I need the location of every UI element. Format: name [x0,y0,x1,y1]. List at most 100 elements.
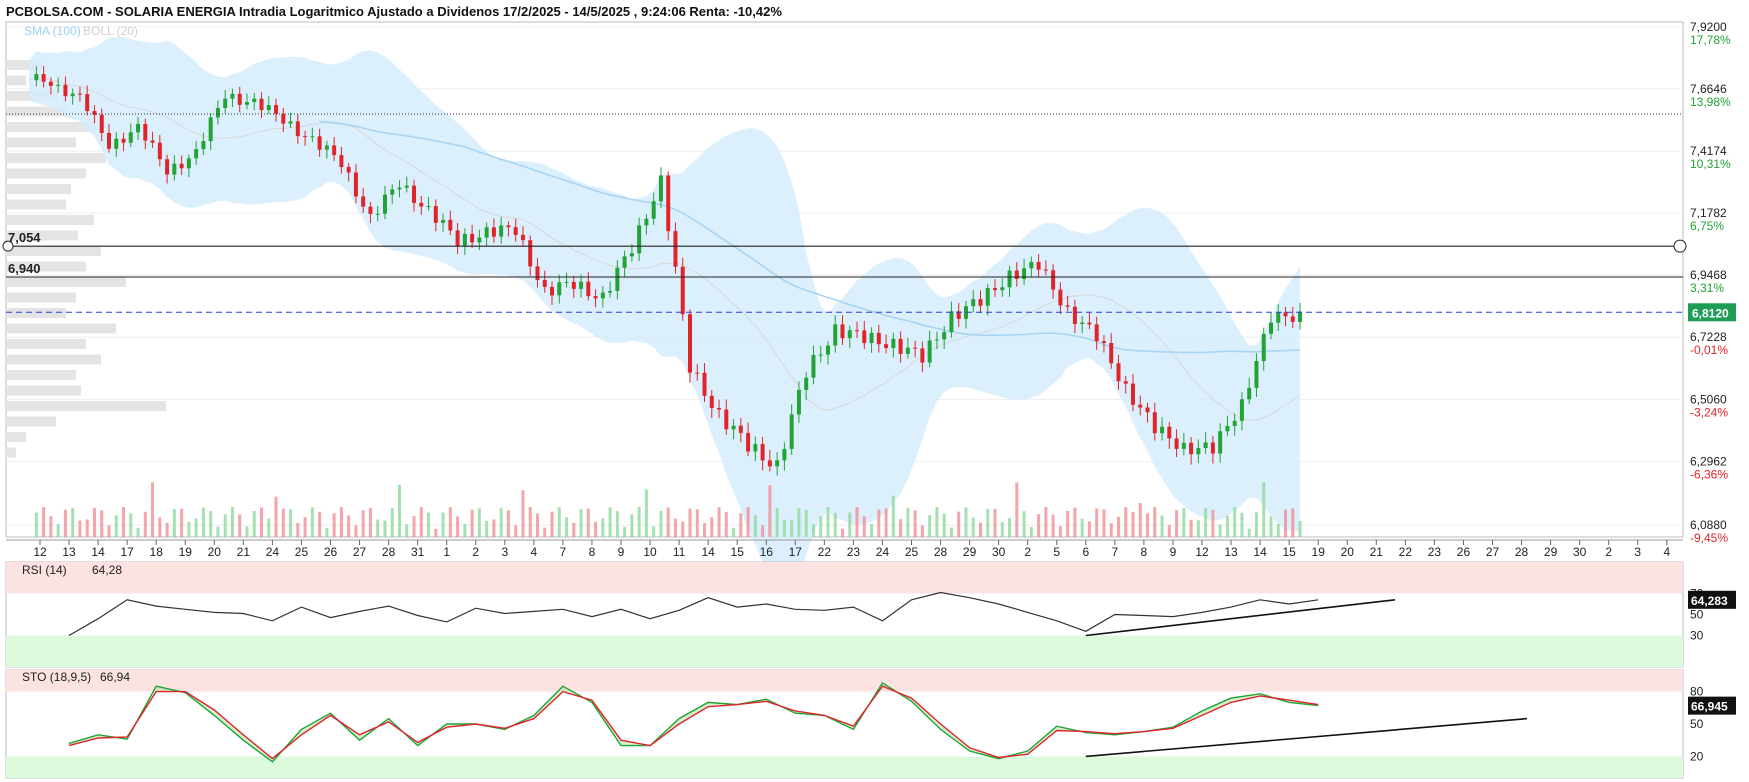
candle-body [63,84,68,97]
volume-bar [928,515,932,537]
volume-bar [957,511,961,537]
candle-body [818,354,823,356]
y-tick-label: 7,1782 [1690,206,1727,220]
candle-body [1160,426,1165,434]
volume-bar [608,507,612,537]
candle-body [884,344,889,349]
y-tick-label: 6,0880 [1690,518,1727,532]
rsi-overbought-zone [6,562,1683,594]
candle-body [978,299,983,306]
volume-bar [848,512,852,537]
volume-bar [281,508,285,537]
candle-body [1152,412,1157,434]
candle-body [332,145,337,156]
volume-bar [194,518,198,537]
volume-profile-bar [6,385,81,396]
x-tick-label: 27 [353,545,367,559]
x-tick-label: 29 [1544,545,1558,559]
x-tick-label: 9 [618,545,625,559]
volume-bar [855,507,859,537]
volume-bar [42,507,46,537]
candle-body [1058,289,1063,306]
volume-bar [768,485,772,537]
volume-bar [463,523,467,537]
chart-canvas[interactable]: 7,054 6,940 6,8120 7,920017,78% 7,664613,98%… [0,0,1749,782]
volume-bar [717,507,721,537]
candle-body [1065,305,1070,307]
volume-bar [56,524,60,537]
volume-bar [368,507,372,537]
volume-bar [906,507,910,537]
candle-body [194,149,199,159]
rsi-level-label: 50 [1690,608,1704,622]
candle-body [1029,261,1034,269]
candle-body [942,332,947,340]
candle-body [491,227,496,237]
x-tick-label: 28 [934,545,948,559]
volume-bar [1240,512,1244,537]
candle-body [274,105,279,114]
candle-body [128,132,133,143]
volume-bar [318,511,322,537]
candle-body [1196,448,1201,455]
volume-bar [565,517,569,537]
volume-bar [877,509,881,537]
candle-body [571,281,576,289]
volume-bar [1225,515,1229,537]
candle-body [1210,442,1215,454]
volume-bar [891,495,895,537]
volume-bar [78,520,82,537]
candle-body [1254,361,1259,388]
x-tick-label: 14 [701,545,715,559]
volume-bar [1138,503,1142,537]
candle-body [1094,324,1099,342]
sto-overbought-zone [6,670,1683,692]
volume-bar [296,522,300,537]
volume-bar [535,513,539,537]
volume-profile-bar [6,137,76,148]
volume-bar [630,514,634,537]
candle-body [1131,383,1136,405]
y-pct-label: -3,24% [1690,405,1728,419]
x-tick-label: 4 [1663,545,1670,559]
volume-bar [180,508,184,537]
volume-bar [746,507,750,537]
candle-body [1014,270,1019,279]
volume-bar [1015,482,1019,537]
volume-profile-bar [6,199,66,210]
level-handle-right [1673,239,1687,253]
rsi-last-label: 64,283 [1691,594,1728,608]
volume-bar [143,511,147,537]
candle-body [1239,399,1244,421]
volume-bar [1008,518,1012,537]
volume-bar [644,489,648,537]
volume-profile-bar [6,323,116,334]
volume-bar [332,513,336,537]
candle-body [738,425,743,433]
volume-bar [797,508,801,537]
candle-body [70,93,75,97]
volume-bar [419,507,423,537]
candle-body [949,311,954,333]
x-tick-label: 24 [266,545,280,559]
volume-bar [223,514,227,537]
candle-body [876,332,881,345]
volume-bar [485,520,489,537]
volume-bar [732,527,736,537]
candle-body [934,339,939,341]
horizontal-level-label: 6,940 [8,261,41,276]
candle-body [404,185,409,188]
x-tick-label: 13 [62,545,76,559]
volume-bar [1051,514,1055,537]
volume-bar [252,511,256,537]
x-tick-label: 9 [1170,545,1177,559]
candle-body [339,155,344,167]
candle-body [259,98,264,111]
volume-bar [942,513,946,537]
volume-profile-bar [6,401,166,411]
candle-body [724,409,729,430]
sto-label: STO (18,9,5) [22,670,91,684]
y-tick-label: 7,4174 [1690,144,1727,158]
candle-body [186,158,191,169]
volume-bar [448,507,452,537]
